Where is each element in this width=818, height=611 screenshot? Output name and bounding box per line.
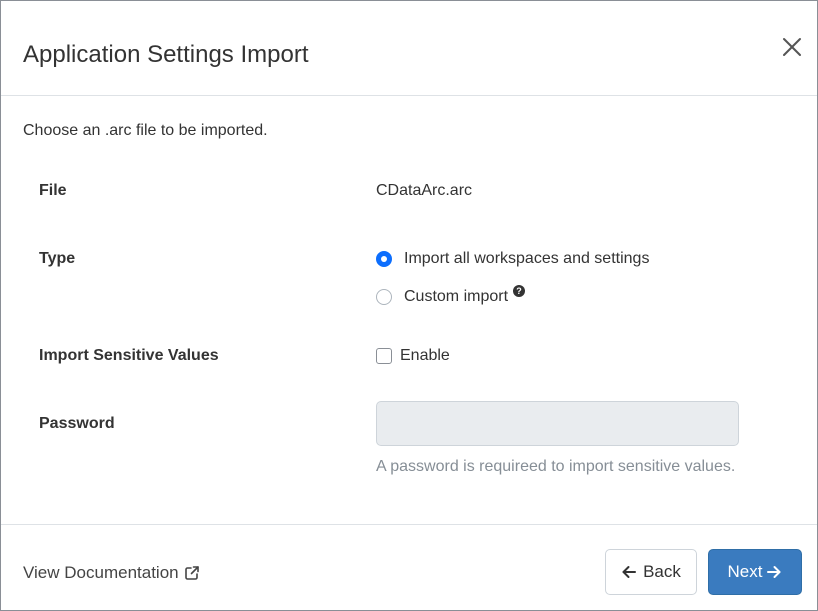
external-link-icon bbox=[184, 566, 199, 580]
next-button[interactable]: Next bbox=[708, 549, 802, 595]
file-value: CDataArc.arc bbox=[376, 182, 473, 199]
password-label: Password bbox=[39, 415, 115, 432]
arrow-right-icon bbox=[767, 566, 781, 578]
dialog-footer: View Documentation Back Next bbox=[1, 524, 817, 611]
view-documentation-link[interactable]: View Documentation bbox=[23, 563, 200, 583]
file-label: File bbox=[39, 182, 67, 199]
radio-custom-import-label: Custom import bbox=[404, 288, 509, 305]
enable-sensitive-checkbox[interactable] bbox=[376, 348, 392, 364]
enable-sensitive-checkbox-row[interactable]: Enable bbox=[376, 345, 450, 367]
radio-import-all[interactable]: Import all workspaces and settings bbox=[376, 248, 649, 270]
password-hint: A password is requireed to import sensit… bbox=[376, 458, 736, 475]
view-documentation-label: View Documentation bbox=[23, 563, 179, 582]
dialog-header: Application Settings Import bbox=[1, 1, 817, 96]
back-label: Back bbox=[643, 562, 681, 581]
dialog-title: Application Settings Import bbox=[23, 41, 309, 68]
back-button[interactable]: Back bbox=[605, 549, 697, 595]
question-circle-icon[interactable]: ? bbox=[513, 285, 526, 297]
password-input[interactable] bbox=[376, 401, 739, 446]
radio-custom-import[interactable]: Custom import ? bbox=[376, 285, 526, 308]
close-icon bbox=[783, 38, 801, 56]
sensitive-label: Import Sensitive Values bbox=[39, 347, 219, 364]
intro-text: Choose an .arc file to be imported. bbox=[23, 122, 268, 139]
arrow-left-icon bbox=[622, 566, 637, 578]
type-label: Type bbox=[39, 250, 76, 267]
next-label: Next bbox=[727, 562, 763, 581]
close-button[interactable] bbox=[779, 34, 805, 60]
dialog-body: Choose an .arc file to be imported. File… bbox=[1, 96, 817, 524]
radio-import-all-indicator[interactable] bbox=[376, 251, 392, 267]
radio-custom-import-indicator[interactable] bbox=[376, 289, 392, 305]
import-dialog: Application Settings Import Choose an .a… bbox=[0, 0, 818, 611]
radio-import-all-label: Import all workspaces and settings bbox=[404, 250, 650, 267]
enable-sensitive-label: Enable bbox=[400, 347, 450, 364]
